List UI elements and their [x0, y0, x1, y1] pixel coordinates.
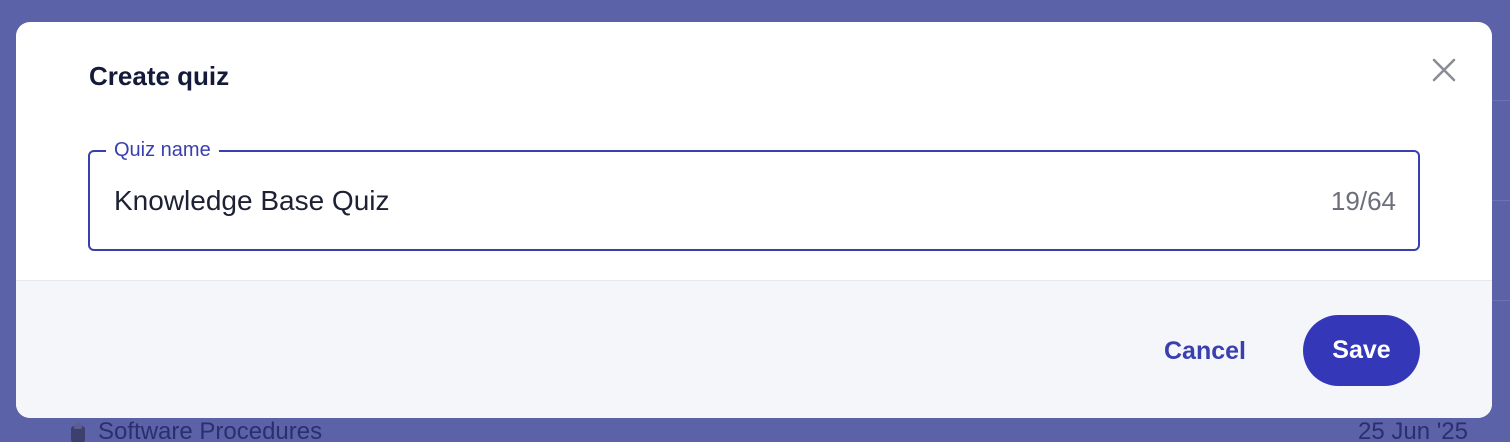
- background-divider: [1492, 100, 1510, 101]
- close-button[interactable]: [1426, 52, 1462, 88]
- quiz-name-label: Quiz name: [106, 137, 219, 163]
- quiz-name-input[interactable]: [114, 182, 1264, 220]
- create-quiz-dialog: Create quiz Quiz name 19/64 Cancel Save: [16, 22, 1492, 418]
- cancel-button[interactable]: Cancel: [1164, 333, 1246, 369]
- quiz-name-field[interactable]: Quiz name 19/64: [88, 137, 1420, 251]
- character-counter: 19/64: [1330, 186, 1396, 216]
- background-item-date: 25 Jun '25: [1357, 418, 1468, 442]
- document-icon: [68, 422, 88, 442]
- background-divider: [1492, 200, 1510, 201]
- dialog-footer: Cancel Save: [16, 280, 1492, 418]
- background-list-item: Software Procedures 25 Jun '25: [0, 418, 1510, 442]
- dialog-title: Create quiz: [89, 61, 230, 91]
- save-button[interactable]: Save: [1303, 315, 1420, 386]
- background-divider: [1492, 300, 1510, 301]
- background-item-title: Software Procedures: [98, 418, 323, 442]
- close-icon: [1432, 58, 1456, 82]
